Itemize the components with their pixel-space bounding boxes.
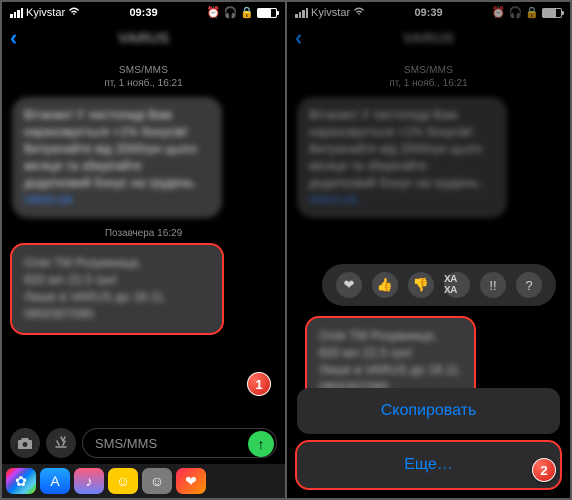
app-hearts[interactable]: ❤	[176, 468, 206, 494]
headphones-icon: 🎧	[224, 6, 238, 19]
app-strip: ✿ A ♪ ☺ ☺ ❤	[2, 464, 285, 498]
screenshot-left: Kyivstar 09:39 ⏰ 🎧 🔒 ‹ VARUS SMS/MMS пт,…	[2, 2, 285, 498]
input-placeholder: SMS/MMS	[95, 436, 157, 451]
action-copy[interactable]: Скопировать	[297, 388, 560, 434]
action-sheet: Скопировать Еще…	[297, 388, 560, 488]
signal-icon	[10, 8, 23, 18]
alarm-icon: ⏰	[207, 6, 221, 19]
status-bar: Kyivstar 09:39 ⏰ 🎧 🔒	[2, 2, 285, 21]
date-label-1: пт, 1 нояб., 16:21	[2, 78, 285, 89]
message-bubble-2-selected[interactable]: Олія ТМ Розумниця, 820 мл 22,5 грн! Лише…	[12, 245, 222, 333]
app-store[interactable]: A	[40, 468, 70, 494]
callout-badge-1: 1	[247, 372, 271, 396]
app-generic[interactable]: ☺	[142, 468, 172, 494]
carrier-label: Kyivstar	[26, 7, 65, 19]
reaction-thumbs-down[interactable]: 👎	[408, 272, 434, 298]
screenshot-right: Kyivstar 09:39 ⏰ 🎧 🔒 ‹ VARUS SMS/MMS пт,…	[287, 2, 570, 498]
send-button[interactable]: ↑	[248, 431, 274, 457]
app-photos[interactable]: ✿	[6, 468, 36, 494]
callout-badge-2: 2	[532, 458, 556, 482]
reaction-thumbs-up[interactable]: 👍	[372, 272, 398, 298]
reaction-heart[interactable]: ❤	[336, 272, 362, 298]
reaction-haha[interactable]: XA XA	[444, 272, 470, 298]
orientation-lock-icon: 🔒	[240, 6, 254, 19]
appstore-button[interactable]	[46, 428, 76, 458]
back-icon[interactable]: ‹	[10, 25, 17, 51]
time-label: 09:39	[129, 7, 157, 19]
message-input-bar: SMS/MMS ↑	[2, 422, 285, 464]
date-label-2: Позавчера 16:29	[2, 228, 285, 239]
app-music[interactable]: ♪	[74, 468, 104, 494]
message-input[interactable]: SMS/MMS ↑	[82, 428, 277, 458]
reaction-question[interactable]: ?	[516, 272, 542, 298]
sms-type-label: SMS/MMS	[2, 65, 285, 76]
reaction-bar: ❤ 👍 👎 XA XA !! ?	[322, 264, 556, 306]
message-bubble-1[interactable]: Вітаємо! У листопаді Вам нараховується +…	[12, 97, 222, 218]
conversation-header: ‹ VARUS	[2, 21, 285, 59]
reaction-exclaim[interactable]: !!	[480, 272, 506, 298]
app-memoji[interactable]: ☺	[108, 468, 138, 494]
battery-icon	[257, 8, 277, 18]
action-more[interactable]: Еще…	[297, 442, 560, 488]
wifi-icon	[68, 6, 80, 19]
header-title[interactable]: VARUS	[118, 30, 169, 47]
camera-button[interactable]	[10, 428, 40, 458]
